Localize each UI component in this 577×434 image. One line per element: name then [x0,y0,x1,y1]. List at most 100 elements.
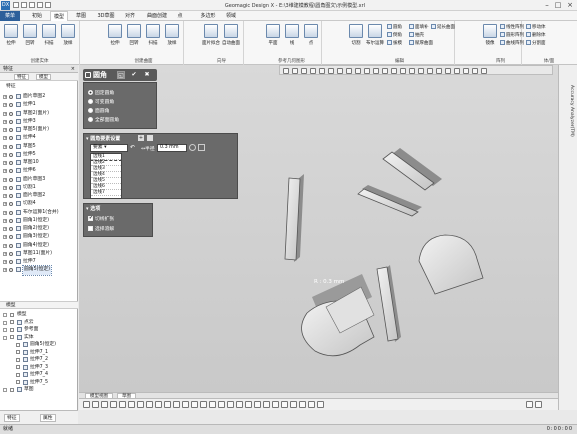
eye-icon[interactable] [9,210,13,215]
plane-filter-icon[interactable] [164,401,171,408]
bar-middle-small[interactable] [357,185,422,217]
loft-surface-button[interactable]: 放样 [163,24,181,50]
save-icon[interactable] [29,2,35,8]
fillet-type-full-face-radio[interactable]: 全部面圆角 [88,116,119,123]
tree-item[interactable]: + 面片草图3 [0,176,78,184]
checkbox[interactable] [16,365,20,369]
checkbox[interactable] [16,350,20,354]
extrude-surface-button[interactable]: 拉伸 [106,24,124,50]
tab-sketch[interactable]: 草图 [72,11,90,21]
tree-item[interactable]: + 拉伸1 [0,101,78,109]
tree-item[interactable]: + 面片草图2 [0,192,78,200]
tree-item[interactable]: + 拉伸3 [0,118,78,126]
fillet-button[interactable]: 圆角 [387,24,402,31]
list-item[interactable]: 圆角5(恒定) [0,341,78,349]
mesh-fit-button[interactable]: 面片拟合 [202,24,220,50]
edge-list[interactable]: 边线1 边线2 边线3 边线4 边线5 边线6 边线7 [90,153,122,199]
point-button[interactable]: 点 [302,24,320,50]
lighting-icon[interactable] [427,68,433,74]
tab-point[interactable]: 点 [175,11,185,21]
ok-button[interactable]: ✔ [130,71,138,79]
fillet-type-face-radio[interactable]: 面圆角 [88,107,109,114]
solid-filter-icon[interactable] [209,401,216,408]
view-direction-icon[interactable] [319,68,325,74]
radius-input[interactable]: 0.3 mm [157,144,187,152]
mirror-button[interactable]: 镜像 [481,24,499,50]
thicken-button[interactable]: 赋厚曲面 [409,40,433,47]
list-item[interactable]: 实体 [0,334,78,342]
dimension-filter-icon[interactable] [227,401,234,408]
list-item[interactable]: 边线7 [91,190,121,196]
clip-icon[interactable] [436,68,442,74]
tree-item[interactable]: + 草图2(面片) [0,110,78,118]
body-filter-icon[interactable] [119,401,126,408]
tree-item[interactable]: + 面片草图2 [0,93,78,101]
paint-icon[interactable] [391,68,397,74]
plane-button[interactable]: 平面 [264,24,282,50]
eye-icon[interactable] [9,152,13,157]
close-icon[interactable]: × [71,65,75,73]
tab-surface-create[interactable]: 曲面创建 [142,11,172,21]
boolean-button[interactable]: 布尔运算 [366,24,384,50]
eye-icon[interactable] [9,111,13,116]
delete-body-button[interactable]: 删除体 [526,32,546,39]
eye-icon[interactable] [9,268,13,273]
eye-icon[interactable] [9,243,13,248]
settings-icon[interactable] [481,68,487,74]
minimize-button[interactable]: – [542,1,552,10]
eye-icon[interactable] [9,194,13,198]
shell-button[interactable]: 抽壳 [409,32,424,39]
feature-filter-icon[interactable] [218,401,225,408]
eye-icon[interactable] [9,103,13,108]
axis-icon[interactable] [454,68,460,74]
tree-item-selected[interactable]: + 圆角5(恒定) [0,265,78,276]
group-filter-icon[interactable] [263,401,270,408]
list-item[interactable]: 拉伸7_1 [0,349,78,357]
list-item[interactable]: 拉伸7_4 [0,371,78,379]
annotation-filter-icon[interactable] [236,401,243,408]
cut-button[interactable]: 切割 [347,24,365,50]
chamfer-button[interactable]: 倒角 [387,32,402,39]
face-fill-button[interactable]: 面填补 [409,24,429,31]
mesh-filter-icon[interactable] [137,401,144,408]
eye-icon[interactable] [9,119,13,124]
mode-select[interactable]: 要素 ▾ [90,144,128,152]
point-filter-icon[interactable] [146,401,153,408]
tangent-expand-checkbox[interactable]: ✔ 切线扩张 [88,215,114,222]
tree-item[interactable]: + 圆角2(恒定) [0,225,78,233]
scroll-left-icon[interactable] [526,401,533,408]
tab-model[interactable]: 模型 [36,74,51,80]
undo-icon[interactable] [37,2,43,8]
zoom-icon[interactable] [301,68,307,74]
sweep-surface-button[interactable]: 扫描 [144,24,162,50]
eye-icon[interactable] [9,202,13,207]
checkbox[interactable] [10,387,14,392]
edge-filter-icon[interactable] [101,401,108,408]
eye-icon[interactable] [9,227,13,231]
add-icon[interactable]: + [138,135,144,141]
open-file-icon[interactable] [21,2,27,8]
grid-icon[interactable] [445,68,451,74]
surface-filter-icon[interactable] [200,401,207,408]
tree-item[interactable]: + 圆角4(恒定) [0,242,78,250]
render-mode-icon[interactable] [328,68,334,74]
sweep-solid-button[interactable]: 扫描 [40,24,58,50]
reset-filter-icon[interactable] [317,401,324,408]
list-item[interactable]: 点云 [0,319,78,327]
circular-pattern-button[interactable]: 圆形阵列 [500,32,524,39]
tab-feature[interactable]: 特征 [14,74,29,80]
cancel-button[interactable]: ✖ [143,71,151,79]
list-item[interactable]: 模型 [0,311,78,319]
display-icon[interactable] [418,68,424,74]
rotate-icon[interactable] [292,68,298,74]
list-item[interactable]: 参考面 [0,326,78,334]
line-button[interactable]: 线 [283,24,301,50]
camera-icon[interactable] [463,68,469,74]
eye-icon[interactable] [9,144,13,149]
maximize-button[interactable]: □ [553,1,563,10]
redo-icon[interactable] [45,2,51,8]
tab-property-footer[interactable]: 属性 [40,414,56,422]
tab-menu[interactable]: 菜单 [0,11,20,21]
checkbox[interactable] [10,335,14,339]
region-filter-icon[interactable] [155,401,162,408]
